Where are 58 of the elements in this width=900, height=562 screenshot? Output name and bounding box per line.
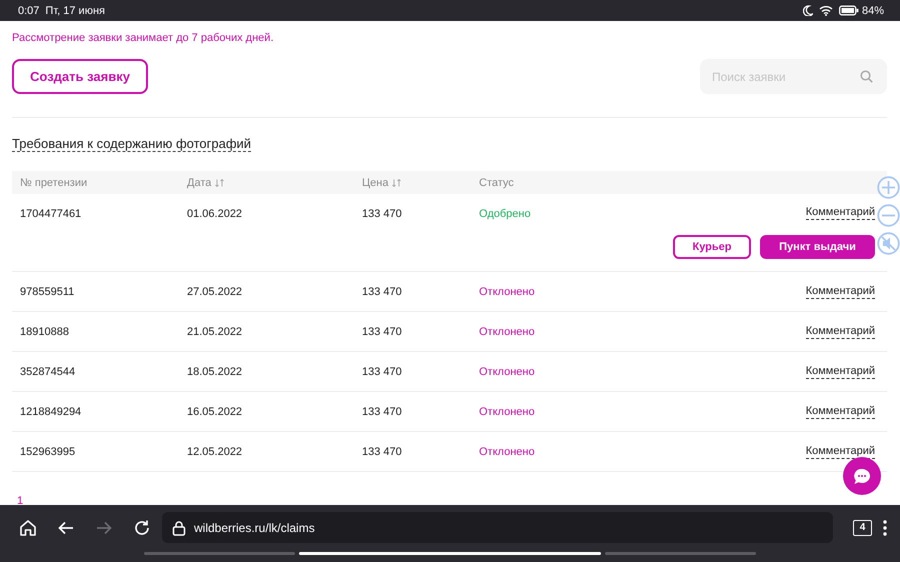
status-text: Отклонено xyxy=(479,326,535,338)
create-claim-button[interactable]: Создать заявку xyxy=(12,59,148,94)
claim-date: 18.05.2022 xyxy=(187,366,242,378)
status-text: Отклонено xyxy=(479,406,535,418)
claim-price: 133 470 xyxy=(362,208,402,220)
claim-date: 16.05.2022 xyxy=(187,406,242,418)
url-text: wildberries.ru/lk/claims xyxy=(194,520,315,534)
status-text: Одобрено xyxy=(479,208,531,220)
wifi-icon xyxy=(818,5,833,16)
pickup-point-button[interactable]: Пункт выдачи xyxy=(760,235,875,259)
more-menu-icon[interactable] xyxy=(882,518,888,536)
home-icon[interactable] xyxy=(18,518,38,538)
status-text: Отклонено xyxy=(479,446,535,458)
claim-price: 133 470 xyxy=(362,406,402,418)
notice-text: Рассмотрение заявки занимает до 7 рабочих дней. xyxy=(12,31,274,46)
comment-link[interactable]: Комментарий xyxy=(806,404,875,418)
requirements-link[interactable]: Требования к содержанию фотографий xyxy=(12,136,252,152)
claim-price: 133 470 xyxy=(362,286,402,298)
claim-price: 133 470 xyxy=(362,326,402,338)
claim-number: 352874544 xyxy=(20,366,76,378)
claim-number: 1704477461 xyxy=(20,208,82,220)
lock-icon xyxy=(172,520,186,536)
reload-icon[interactable] xyxy=(132,518,152,538)
battery-icon xyxy=(838,5,859,16)
courier-button[interactable]: Курьер xyxy=(673,235,751,259)
claim-price: 133 470 xyxy=(362,446,402,458)
chat-bubble-icon xyxy=(853,468,871,484)
claim-number: 152963995 xyxy=(20,446,76,458)
search-icon xyxy=(860,70,873,83)
claim-number: 978559511 xyxy=(20,286,74,298)
claim-date: 12.05.2022 xyxy=(187,446,242,458)
status-text: Отклонено xyxy=(479,366,535,378)
comment-link[interactable]: Комментарий xyxy=(806,284,875,298)
moon-icon xyxy=(802,5,813,16)
claim-price: 133 470 xyxy=(362,366,402,378)
page-number[interactable]: 1 xyxy=(17,495,24,507)
claim-date: 21.05.2022 xyxy=(187,326,242,338)
comment-link[interactable]: Комментарий xyxy=(806,364,875,378)
zoom-in-icon[interactable] xyxy=(877,176,900,199)
clock-time: 0:07 xyxy=(18,4,40,16)
claim-number: 1218849294 xyxy=(20,406,82,418)
column-header: № претензии xyxy=(20,176,88,188)
status-date: Пт, 17 июня xyxy=(45,4,105,16)
claim-date: 27.05.2022 xyxy=(187,286,242,298)
mute-icon[interactable] xyxy=(877,232,900,255)
tab-count-button[interactable]: 4 xyxy=(853,520,872,536)
comment-link[interactable]: Комментарий xyxy=(806,324,875,338)
address-bar[interactable]: wildberries.ru/lk/claims xyxy=(162,512,833,543)
chat-button[interactable] xyxy=(843,457,881,495)
column-header: Статус xyxy=(479,176,514,188)
battery-percent: 84% xyxy=(862,4,884,16)
status-text: Отклонено xyxy=(479,286,535,298)
claim-number: 18910888 xyxy=(20,326,69,338)
claim-date: 01.06.2022 xyxy=(187,208,242,220)
sort-icon xyxy=(215,178,224,186)
sort-icon xyxy=(392,178,402,186)
zoom-out-icon[interactable] xyxy=(877,204,900,227)
comment-link[interactable]: Комментарий xyxy=(806,206,875,220)
